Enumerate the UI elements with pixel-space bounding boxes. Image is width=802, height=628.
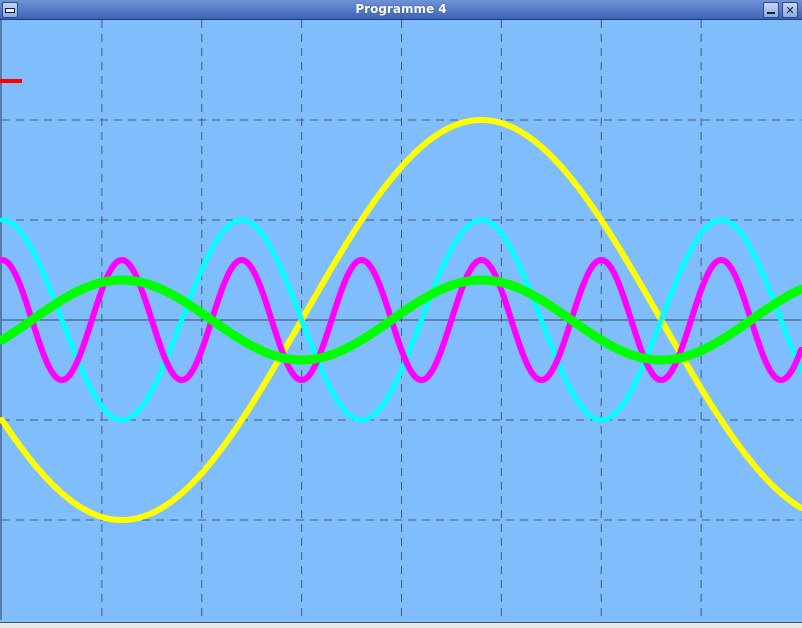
- plot-area: [0, 20, 802, 622]
- window-title: Programme 4: [355, 2, 447, 16]
- title-bar[interactable]: Programme 4 ✕: [0, 0, 802, 20]
- app-window: Programme 4 ✕: [0, 0, 802, 628]
- minimize-icon[interactable]: [763, 2, 779, 18]
- window-bottom-border: [0, 622, 802, 628]
- close-icon[interactable]: ✕: [782, 2, 798, 18]
